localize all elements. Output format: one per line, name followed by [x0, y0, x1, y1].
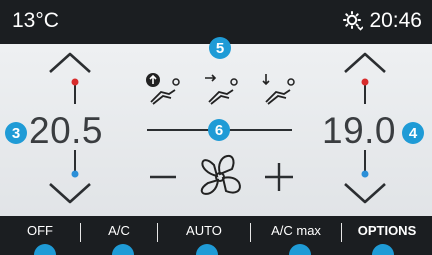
callout-badge: 6	[208, 119, 230, 141]
climate-screen: 13°C 20:46 3 20.5 19.0 4 5 6 OFF A/C AUT…	[0, 0, 432, 255]
right-temp-down-icon[interactable]	[344, 183, 386, 204]
callout-badge: 3	[5, 122, 27, 144]
left-temperature: 20.5	[29, 110, 104, 151]
left-temp-down-icon[interactable]	[49, 183, 91, 204]
ac-button[interactable]: A/C	[81, 216, 157, 246]
fan-icon	[200, 154, 241, 195]
left-cold-dot	[71, 170, 79, 178]
distribution-feet-icon[interactable]	[262, 74, 295, 105]
left-hot-dot	[71, 78, 79, 86]
climate-controls: 3 20.5 19.0 4 5 6	[0, 37, 432, 216]
options-button[interactable]: OPTIONS	[342, 216, 432, 246]
off-button[interactable]: OFF	[0, 216, 80, 246]
auto-button[interactable]: AUTO	[158, 216, 250, 246]
ac-max-button[interactable]: A/C max	[251, 216, 341, 246]
right-cold-dot	[361, 170, 369, 178]
right-temperature: 19.0	[322, 110, 397, 151]
clock-time: 20:46	[369, 9, 422, 32]
callout-badge: 5	[209, 37, 231, 59]
distribution-body-icon[interactable]	[205, 74, 238, 105]
distribution-head-icon[interactable]	[146, 73, 180, 105]
right-hot-dot	[361, 78, 369, 86]
bottom-button-bar: OFF A/C AUTO A/C max OPTIONS	[0, 216, 432, 255]
left-temp-up-icon[interactable]	[49, 52, 91, 73]
right-temp-up-icon[interactable]	[344, 52, 386, 73]
clock: 20:46	[343, 9, 422, 33]
callout-badge: 4	[402, 122, 424, 144]
outside-temperature: 13°C	[12, 9, 59, 32]
sun-settings-icon[interactable]	[343, 11, 364, 31]
